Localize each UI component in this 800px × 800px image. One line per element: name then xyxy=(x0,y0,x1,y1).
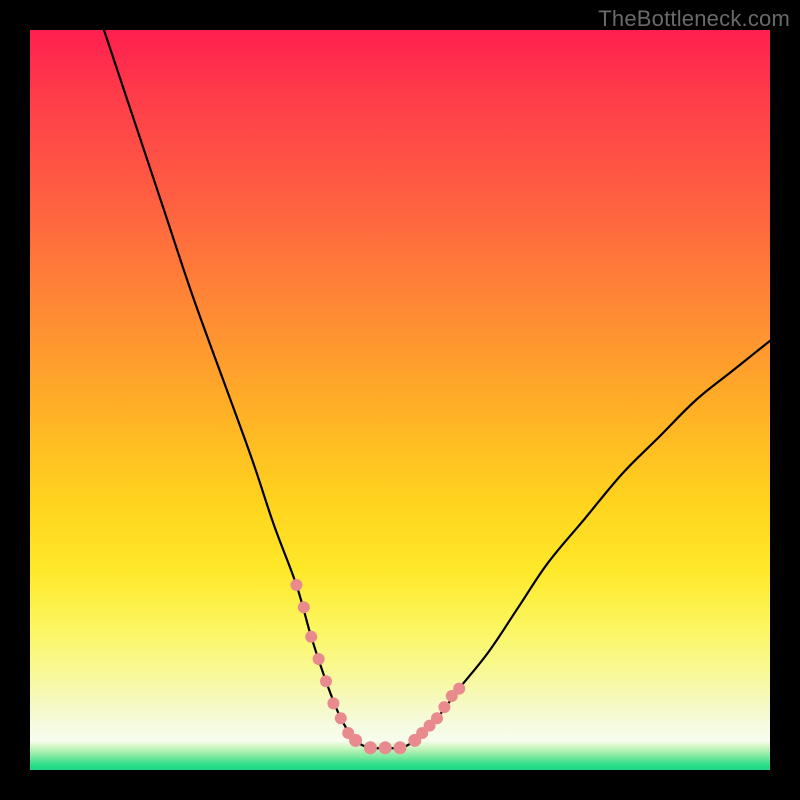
curve-dot xyxy=(313,653,325,665)
curve-dot xyxy=(453,683,465,695)
curve-dot xyxy=(438,701,450,713)
curve-dot xyxy=(290,579,302,591)
watermark-text: TheBottleneck.com xyxy=(598,6,790,32)
curve-dot xyxy=(349,734,362,747)
curve-dot xyxy=(431,712,443,724)
curve-dot xyxy=(327,697,339,709)
curve-dot xyxy=(394,741,407,754)
curve-dot xyxy=(335,712,347,724)
curve-dot xyxy=(320,675,332,687)
chart-svg xyxy=(30,30,770,770)
curve-dot xyxy=(298,601,310,613)
bottleneck-curve xyxy=(104,30,770,748)
curve-dot-markers xyxy=(290,579,465,754)
curve-dot xyxy=(305,631,317,643)
curve-dot xyxy=(379,741,392,754)
chart-plot-area xyxy=(30,30,770,770)
curve-dot xyxy=(364,741,377,754)
